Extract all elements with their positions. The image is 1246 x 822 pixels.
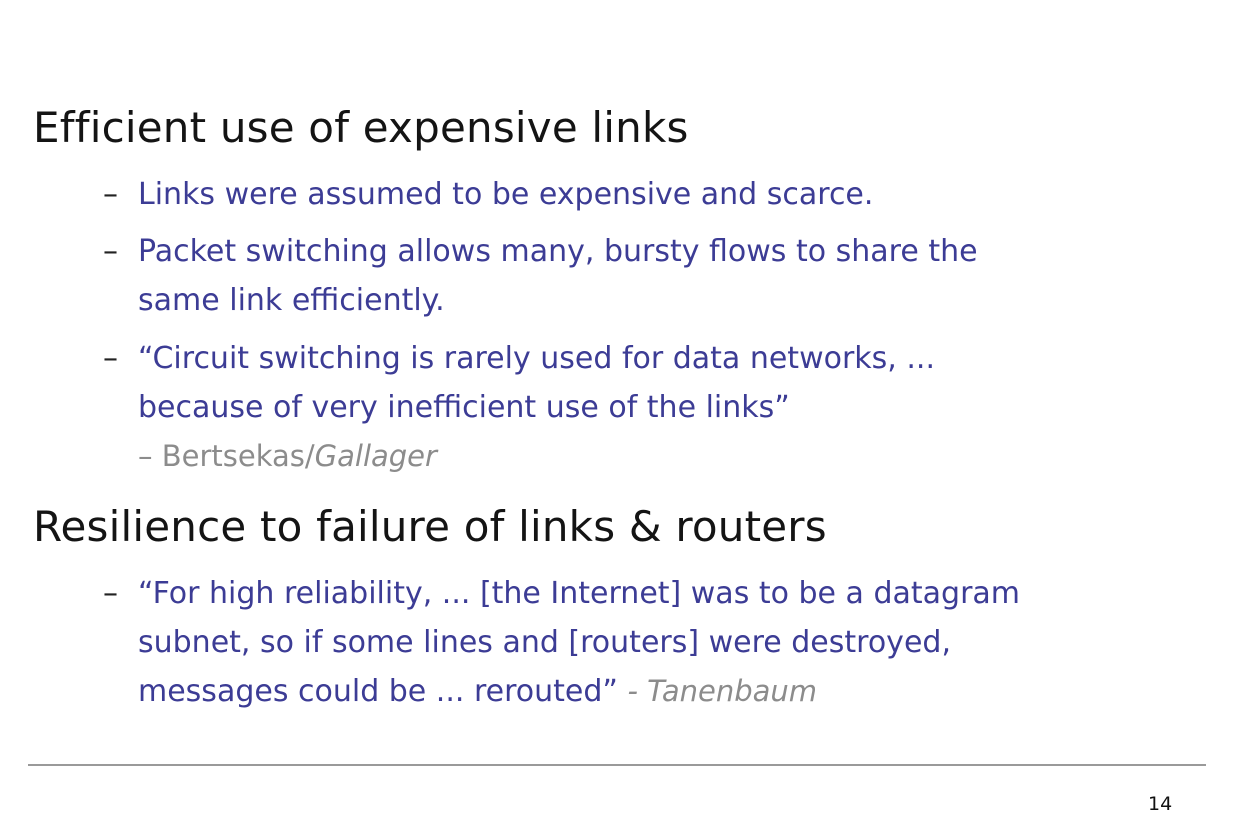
- quote-open-mark: “: [138, 341, 153, 376]
- quote-text-line-2: subnet, so if some lines and [routers] w…: [138, 625, 951, 660]
- attribution-prefix: – Bertsekas/: [138, 439, 315, 473]
- quote-close-mark: ”: [774, 390, 790, 425]
- bullet-tanenbaum-quote: – “For high reliability, ... [the Intern…: [103, 569, 1213, 716]
- quote-text-line-3: messages could be ... rerouted: [138, 674, 603, 709]
- quote-text-line-2: because of very inefficient use of the l…: [138, 390, 775, 425]
- slide: Efficient use of expensive links – Links…: [0, 0, 1246, 822]
- bullet-packet-switching: – Packet switching allows many, bursty f…: [103, 227, 1213, 325]
- attribution-italic: Gallager: [314, 439, 437, 473]
- bullet-text-line-2: same link efficiently.: [138, 283, 445, 318]
- page-number: 14: [1148, 793, 1173, 815]
- footer-divider: [28, 764, 1206, 766]
- bullet-dash: –: [103, 341, 118, 376]
- heading-efficient-use: Efficient use of expensive links: [33, 103, 689, 152]
- bullet-text-line-1: Packet switching allows many, bursty flo…: [138, 234, 978, 269]
- bullet-text: Links were assumed to be expensive and s…: [138, 177, 874, 212]
- quote-text-line-1: “For high reliability, ... [the Internet…: [138, 576, 1021, 611]
- attribution-tanenbaum: - Tanenbaum: [627, 674, 818, 708]
- bullet-dash: –: [103, 234, 118, 269]
- bullet-links-expensive: – Links were assumed to be expensive and…: [103, 170, 1213, 219]
- quote-text-line-1: Circuit switching is rarely used for dat…: [152, 341, 935, 376]
- bullet-circuit-switching-quote: – “Circuit switching is rarely used for …: [103, 334, 1213, 481]
- quote-close-mark: ”: [602, 674, 618, 709]
- bullet-dash: –: [103, 177, 118, 212]
- heading-resilience: Resilience to failure of links & routers: [33, 502, 827, 551]
- bullet-dash: –: [103, 576, 118, 611]
- attribution-bertsekas-gallager: – Bertsekas/Gallager: [138, 439, 437, 473]
